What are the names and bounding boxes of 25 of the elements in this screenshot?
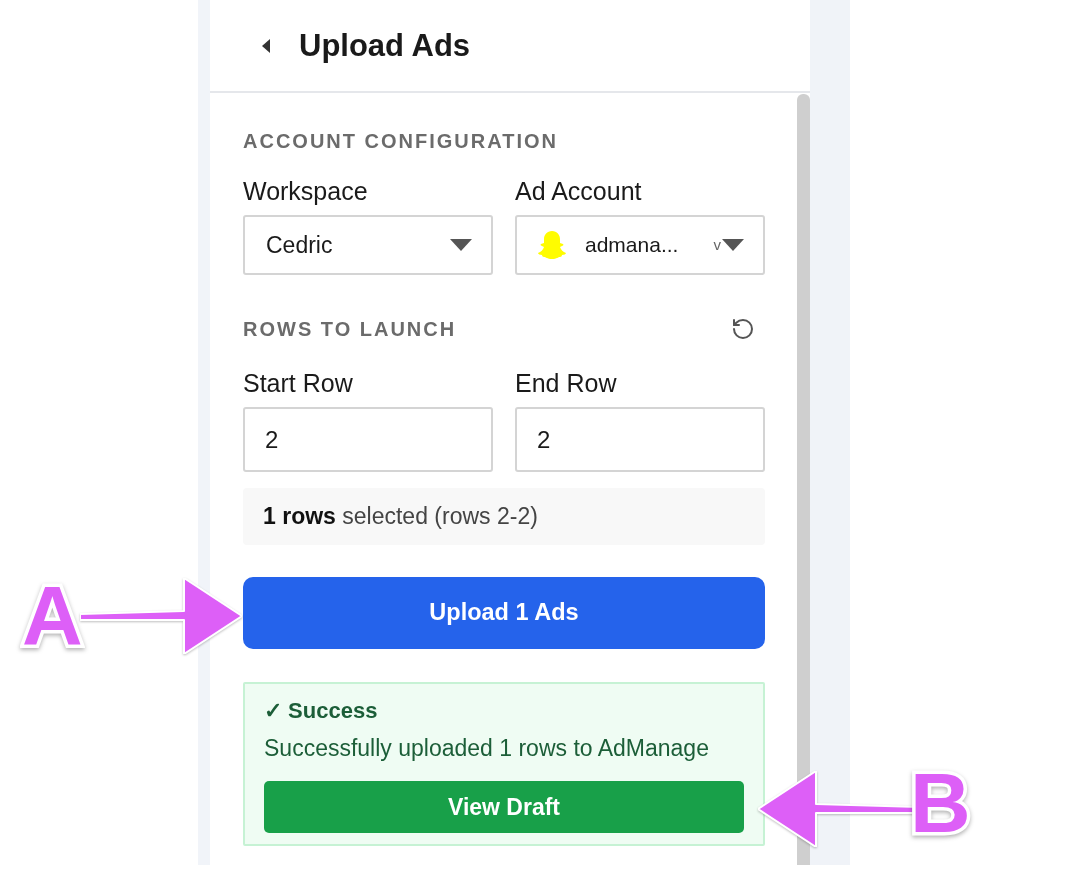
ad-account-select[interactable]: admana... v <box>515 215 765 275</box>
start-row-input[interactable]: 2 <box>243 407 493 472</box>
success-title: ✓ Success <box>264 697 379 725</box>
section-heading: ROWS TO LAUNCH <box>243 317 457 341</box>
workspace-select[interactable]: Cedric <box>243 215 493 275</box>
success-message: Successfully uploaded 1 rows to AdManage <box>264 734 710 762</box>
end-row-input[interactable]: 2 <box>515 407 765 472</box>
annotation-letter: A <box>22 581 83 651</box>
section-heading: ACCOUNT CONFIGURATION <box>243 129 559 153</box>
reset-button[interactable] <box>730 316 756 342</box>
reset-icon <box>731 317 755 341</box>
field-label: Start Row <box>243 369 354 397</box>
scrollbar-thumb[interactable] <box>797 94 810 865</box>
caret-down-icon <box>450 239 472 251</box>
caret-left-icon <box>262 38 270 53</box>
dropdown-suffix: v <box>713 234 721 255</box>
field-label: Workspace <box>243 177 369 205</box>
ghost-icon <box>537 230 567 260</box>
selection-summary: 1 rows selected (rows 2-2) <box>243 488 765 545</box>
page-title: Upload Ads <box>299 27 471 64</box>
annotation-letter: B <box>910 768 971 838</box>
field-label: End Row <box>515 369 618 397</box>
caret-down-icon <box>722 239 744 251</box>
upload-button[interactable]: Upload 1 Ads <box>243 577 765 649</box>
field-label: Ad Account <box>515 177 643 205</box>
